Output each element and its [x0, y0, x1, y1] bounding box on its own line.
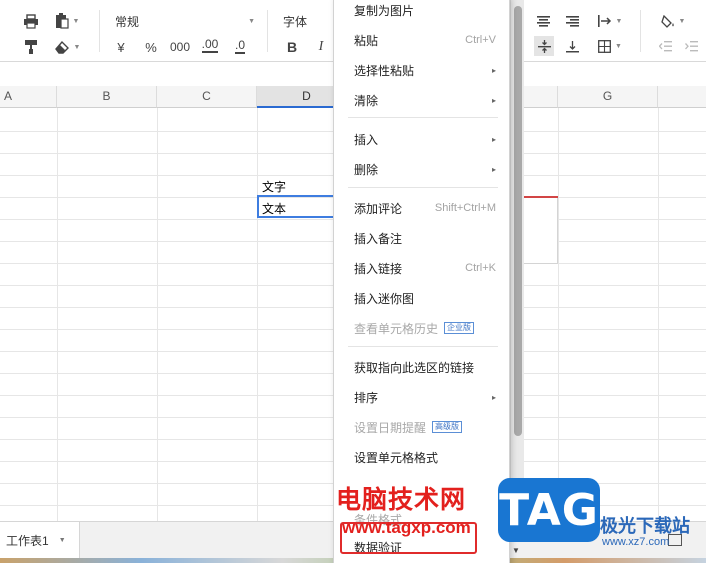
shortcut-label: Ctrl+K — [465, 262, 496, 274]
toolbar-divider — [99, 10, 100, 52]
borders-icon[interactable]: ▼ — [594, 37, 626, 55]
align-right-icon[interactable] — [563, 12, 581, 30]
watermark-site-name: 极光下载站 — [600, 516, 690, 536]
premium-badge: 高级版 — [432, 421, 463, 433]
currency-format-button[interactable]: ¥ — [112, 38, 130, 56]
paste-icon[interactable]: ▼ — [50, 10, 84, 32]
watermark-right: 极光下载站 www.xz7.com — [598, 510, 706, 554]
column-line — [658, 108, 659, 521]
column-line — [257, 108, 258, 521]
watermark-site-url: www.xz7.com — [602, 536, 670, 548]
print-icon[interactable] — [20, 10, 42, 32]
menu-item-insert-note[interactable]: 插入备注 — [334, 225, 510, 251]
thousands-separator-button[interactable]: 000 — [168, 38, 192, 56]
toolbar-divider — [267, 10, 268, 52]
font-name-value: 字体 — [283, 14, 308, 29]
tag-logo: TAG — [498, 478, 600, 542]
eraser-icon[interactable]: ▼ — [50, 36, 84, 58]
column-line — [57, 108, 58, 521]
menu-item-sort[interactable]: 排序 ▸ — [334, 384, 510, 410]
font-name-select[interactable]: 字体 — [283, 12, 333, 30]
menu-item-add-comment[interactable]: 添加评论 Shift+Ctrl+M — [334, 195, 510, 221]
enterprise-badge: 企业版 — [444, 322, 475, 334]
cell-popup-edge — [524, 198, 558, 264]
menu-item-clear[interactable]: 清除 ▸ — [334, 87, 510, 113]
submenu-arrow-icon: ▸ — [491, 392, 496, 402]
chevron-down-icon[interactable]: ▼ — [59, 537, 66, 544]
submenu-arrow-icon: ▸ — [491, 164, 496, 174]
text-wrap-icon[interactable]: ▼ — [594, 12, 626, 30]
column-header-a[interactable]: A — [0, 86, 57, 108]
watermark-title: 电脑技术网 — [336, 486, 467, 514]
menu-item-insert[interactable]: 插入 ▸ — [334, 126, 510, 152]
increase-decimal-button[interactable]: .00 — [198, 36, 222, 56]
decrease-indent-icon[interactable] — [656, 38, 674, 54]
menu-separator — [348, 117, 498, 118]
increase-indent-icon[interactable] — [682, 38, 700, 54]
watermark-left: 电脑技术网 www.tagxp.com — [336, 480, 496, 544]
submenu-arrow-icon: ▸ — [491, 95, 496, 105]
column-header-g[interactable]: G — [558, 86, 658, 108]
menu-item-insert-sparkline[interactable]: 插入迷你图 — [334, 285, 510, 311]
menu-item-insert-link[interactable]: 插入链接 Ctrl+K — [334, 255, 510, 281]
fill-color-icon[interactable]: ▼ — [656, 12, 690, 30]
menu-item-paste[interactable]: 粘贴 Ctrl+V — [334, 27, 510, 53]
column-header-b[interactable]: B — [57, 86, 157, 108]
menu-item-paste-special[interactable]: 选择性粘贴 ▸ — [334, 57, 510, 83]
column-header-c[interactable]: C — [157, 86, 257, 108]
vertical-center-icon[interactable] — [534, 36, 554, 56]
submenu-arrow-icon: ▸ — [491, 65, 496, 75]
sheet-tab[interactable]: 工作表1 ▼ — [0, 522, 80, 558]
menu-separator — [348, 187, 498, 188]
percent-format-button[interactable]: % — [140, 38, 162, 56]
submenu-arrow-icon: ▸ — [491, 134, 496, 144]
menu-item-date-reminder[interactable]: 设置日期提醒 高级版 — [334, 414, 510, 440]
align-center-icon[interactable] — [534, 12, 552, 30]
bold-button[interactable]: B — [283, 37, 301, 57]
sheet-tab-label: 工作表1 — [6, 533, 49, 548]
menu-scroll-down-icon[interactable]: ▼ — [512, 546, 520, 555]
column-line — [157, 108, 158, 521]
toolbar-divider — [640, 10, 641, 52]
decrease-decimal-button[interactable]: .0 — [230, 36, 250, 56]
cell-d4[interactable]: 文字 — [262, 178, 286, 195]
format-painter-icon[interactable] — [20, 36, 42, 58]
menu-item-format-cells[interactable]: 设置单元格格式 — [334, 444, 510, 470]
column-line — [558, 108, 559, 521]
column-header-f[interactable] — [524, 86, 558, 108]
chevron-down-icon: ▼ — [248, 17, 255, 25]
menu-item-delete[interactable]: 删除 ▸ — [334, 156, 510, 182]
italic-button[interactable]: I — [313, 37, 329, 57]
watermark-url: www.tagxp.com — [342, 518, 471, 537]
menu-item-copy-as-image[interactable]: 复制为图片 — [334, 0, 510, 23]
scrollbar-thumb[interactable] — [514, 6, 522, 436]
menu-separator — [348, 346, 498, 347]
menu-item-cell-history[interactable]: 查看单元格历史 企业版 — [334, 315, 510, 341]
active-cell-border — [257, 195, 335, 218]
column-header-h[interactable] — [658, 86, 706, 108]
shortcut-label: Shift+Ctrl+M — [434, 202, 496, 214]
context-menu: 复制为图片 粘贴 Ctrl+V 选择性粘贴 ▸ 清除 ▸ 插入 ▸ 删除 ▸ 添… — [333, 0, 510, 563]
align-bottom-icon[interactable] — [563, 37, 581, 55]
shortcut-label: Ctrl+V — [465, 34, 496, 46]
number-format-select[interactable]: 常规 ▼ — [115, 12, 255, 30]
menu-item-get-selection-link[interactable]: 获取指向此选区的链接 — [334, 354, 510, 380]
number-format-value: 常规 — [115, 14, 140, 29]
